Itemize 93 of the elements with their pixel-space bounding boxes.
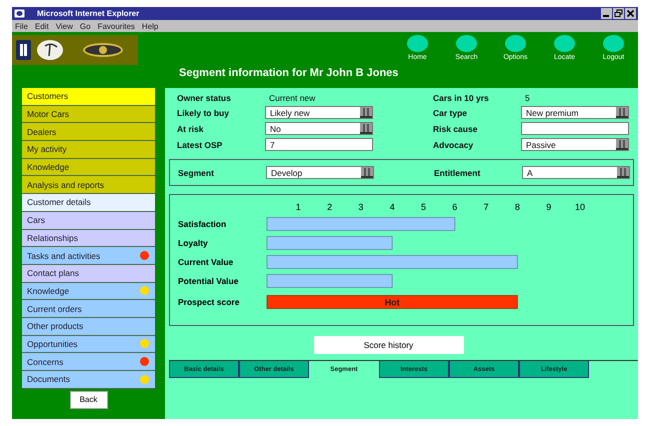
back-button[interactable]: Back xyxy=(70,390,108,409)
sidebar-item-label: Motor Cars xyxy=(27,109,70,120)
axis-tick-label: 7 xyxy=(484,202,489,212)
sidebar-item[interactable]: Documents xyxy=(22,371,155,389)
axis-tick-label: 3 xyxy=(358,202,364,212)
score-label: Potential Value xyxy=(178,276,238,286)
score-history-button[interactable]: Score history xyxy=(314,336,464,354)
field-value: 5 xyxy=(524,93,531,103)
axis-tick-label: 9 xyxy=(546,202,552,212)
sidebar-item-label: Tasks and activities xyxy=(27,250,100,261)
score-label: Current Value xyxy=(178,257,234,267)
menu-item[interactable]: View xyxy=(56,22,73,30)
sidebar-item[interactable]: Tasks and activities xyxy=(22,247,155,265)
sidebar-item[interactable]: Opportunities xyxy=(22,336,155,354)
sidebar-item-label: Other products xyxy=(27,321,84,332)
sidebar-item[interactable]: Other products xyxy=(22,318,155,336)
sidebar-item[interactable]: Knowledge xyxy=(22,282,155,300)
dropdown-field[interactable]: New premium xyxy=(521,106,629,119)
monogram-badge-icon xyxy=(16,40,31,60)
menu-item[interactable]: Go xyxy=(80,22,91,30)
field-label: Segment xyxy=(178,168,215,178)
field-label: Likely to buy xyxy=(177,108,230,118)
score-rating-label: Hot xyxy=(384,298,400,308)
field-label: Advocacy xyxy=(433,140,474,150)
dropdown-field[interactable]: A xyxy=(522,166,630,179)
sidebar-item-label: Dealers xyxy=(27,126,56,137)
sidebar-item-label: Documents xyxy=(27,374,70,384)
dropdown-handle-icon xyxy=(616,107,628,118)
page-title: Segment information for Mr John B Jones xyxy=(179,67,400,79)
menu-item[interactable]: File xyxy=(15,22,28,30)
figurine-icon xyxy=(37,40,63,60)
score-label: Prospect score xyxy=(178,297,240,307)
sidebar-item[interactable]: Contact plans xyxy=(22,264,155,283)
sidebar-item-label: Contact plans xyxy=(27,268,79,278)
axis-tick-label: 6 xyxy=(452,202,458,212)
sidebar-item-label: My activity xyxy=(27,144,67,154)
restore-icon[interactable] xyxy=(613,8,624,19)
sidebar-item-label: Relationships xyxy=(27,232,78,243)
score-label: Satisfaction xyxy=(178,219,226,229)
sidebar-item[interactable]: Cars xyxy=(22,212,155,230)
field-label: Car type xyxy=(433,108,468,118)
sidebar-item[interactable]: Customers xyxy=(22,88,155,106)
winged-badge-icon xyxy=(83,42,123,58)
field-label: Entitlement xyxy=(434,168,482,178)
axis-tick-label: 4 xyxy=(390,202,395,212)
dropdown-handle-icon xyxy=(617,167,629,178)
field-label: Risk cause xyxy=(433,124,478,134)
dropdown-field[interactable]: Develop xyxy=(266,166,374,179)
sidebar-item-label: Customer details xyxy=(27,197,91,208)
score-label: Loyalty xyxy=(178,238,208,248)
dropdown-handle-icon xyxy=(360,123,372,134)
minimize-icon[interactable] xyxy=(601,8,612,19)
sidebar-item-label: Opportunities xyxy=(27,338,78,349)
input-field[interactable] xyxy=(521,122,629,135)
sidebar-item[interactable]: My activity xyxy=(22,141,155,159)
field-label: Cars in 10 yrs xyxy=(433,93,490,103)
sidebar-item-label: Knowledge xyxy=(27,162,70,172)
sidebar-item[interactable]: Customer details xyxy=(22,194,155,212)
sidebar-item-label: Customers xyxy=(27,91,68,102)
sidebar-item-label: Knowledge xyxy=(27,286,70,296)
sidebar-item[interactable]: Knowledge xyxy=(22,158,155,176)
field-label: Latest OSP xyxy=(177,140,224,150)
window-title: Microsoft Internet Explorer xyxy=(36,9,140,18)
dropdown-field[interactable]: Passive xyxy=(521,138,629,151)
menu-item[interactable]: Edit xyxy=(34,22,49,30)
dropdown-handle-icon xyxy=(361,167,373,178)
sidebar-item-label: Concerns xyxy=(27,356,64,367)
sidebar-item-label: Analysis and reports xyxy=(27,180,104,190)
dropdown-field[interactable]: No xyxy=(265,122,373,135)
axis-tick-label: 10 xyxy=(575,202,585,212)
axis-tick-label: 2 xyxy=(327,202,332,212)
sidebar-item[interactable]: Current orders xyxy=(22,300,155,318)
sidebar-item[interactable]: Relationships xyxy=(22,230,155,248)
sidebar-item[interactable]: Concerns xyxy=(22,353,155,371)
dropdown-field[interactable]: Likely new xyxy=(265,106,373,119)
field-label: Owner status xyxy=(177,93,232,103)
dropdown-handle-icon xyxy=(616,139,628,150)
field-value: Current new xyxy=(268,93,316,103)
dropdown-handle-icon xyxy=(360,107,372,118)
axis-tick-label: 5 xyxy=(421,202,426,212)
sidebar-item[interactable]: Analysis and reports xyxy=(22,176,155,194)
sidebar-item[interactable]: Motor Cars xyxy=(22,106,155,124)
sidebar-item-label: Current orders xyxy=(27,304,82,314)
sidebar-item[interactable]: Dealers xyxy=(22,123,155,142)
menu-item[interactable]: Favourites xyxy=(98,22,135,30)
menu-item[interactable]: Help xyxy=(142,22,158,30)
sidebar-item-label: Cars xyxy=(27,215,45,226)
close-icon[interactable] xyxy=(625,8,636,19)
axis-tick-label: 1 xyxy=(296,202,301,212)
axis-tick-label: 8 xyxy=(514,202,520,212)
field-label: At risk xyxy=(177,124,204,134)
input-field[interactable]: 7 xyxy=(265,138,373,151)
app-icon[interactable] xyxy=(14,9,25,18)
